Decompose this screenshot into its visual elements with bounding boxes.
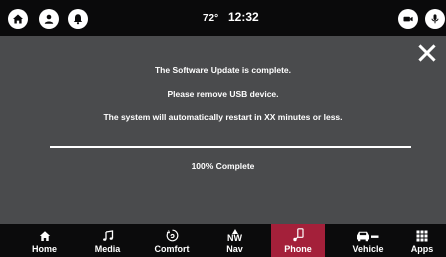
remove-usb-message: Please remove USB device. — [167, 89, 279, 99]
nav-comfort[interactable]: Comfort — [142, 224, 202, 257]
camera-icon — [403, 16, 413, 22]
user-button[interactable] — [39, 9, 59, 29]
home-button[interactable] — [8, 9, 28, 29]
nav-label-comfort: Comfort — [154, 244, 190, 254]
music-note-icon — [102, 230, 113, 241]
close-icon[interactable] — [418, 44, 436, 62]
bottom-navigation: Home Media Comfort NW Nav Phone Vehicle … — [0, 224, 446, 257]
restart-notice: The system will automatically restart in… — [103, 112, 343, 122]
climate-icon — [166, 229, 178, 242]
nav-vehicle[interactable]: Vehicle — [338, 224, 398, 257]
nav-phone[interactable]: Phone — [271, 224, 325, 257]
progress-bar — [50, 146, 411, 148]
compass-heading: NW — [227, 233, 242, 243]
progress-bar-fill — [50, 146, 411, 148]
nav-label-media: Media — [94, 244, 121, 254]
nav-home[interactable]: Home — [17, 224, 72, 257]
status-bar: 72° 12:32 — [0, 0, 446, 36]
nav-label-vehicle: Vehicle — [352, 244, 384, 254]
update-dialog: The Software Update is complete. Please … — [0, 36, 446, 224]
nav-label-nav: Nav — [226, 244, 243, 254]
home-icon — [39, 231, 50, 241]
nav-label-home: Home — [31, 244, 57, 254]
grid-icon — [416, 230, 428, 242]
software-update-screen: 72° 12:32 The Software Update is complet… — [0, 0, 446, 257]
camera-button[interactable] — [398, 9, 418, 29]
user-icon — [44, 14, 54, 24]
nav-apps[interactable]: Apps — [401, 224, 443, 257]
nav-label-phone: Phone — [284, 244, 312, 254]
nav-media[interactable]: Media — [80, 224, 135, 257]
home-icon — [13, 14, 23, 24]
bell-icon — [73, 14, 83, 25]
nav-navigation[interactable]: NW Nav — [207, 224, 262, 257]
progress-label: 100% Complete — [191, 161, 255, 171]
notifications-button[interactable] — [68, 9, 88, 29]
nav-label-apps: Apps — [410, 244, 434, 254]
microphone-icon — [431, 14, 439, 24]
voice-button[interactable] — [425, 9, 445, 29]
car-icon — [357, 231, 379, 242]
phone-icon — [293, 228, 304, 242]
update-complete-message: The Software Update is complete. — [154, 65, 292, 75]
clock: 12:32 — [228, 10, 259, 24]
temperature-readout: 72° — [203, 13, 219, 24]
